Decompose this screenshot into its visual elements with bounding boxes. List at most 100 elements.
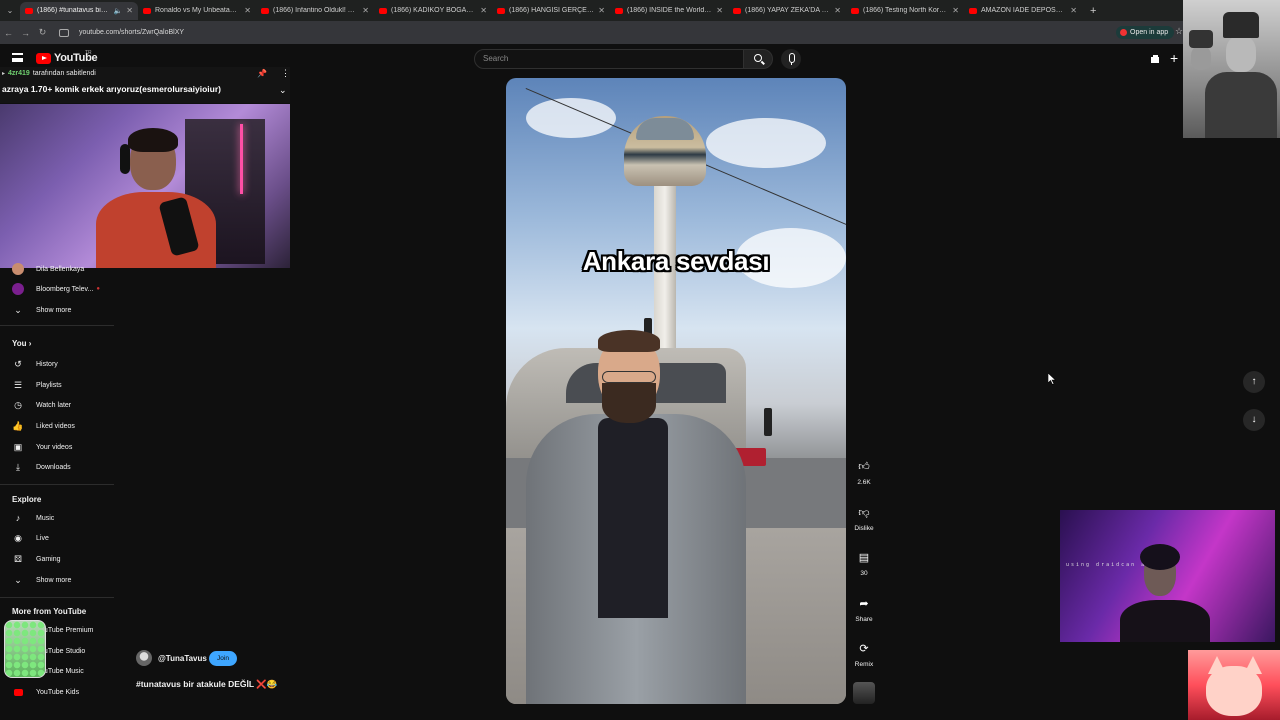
download-icon: ⤓ xyxy=(16,461,20,472)
sound-thumbnail[interactable] xyxy=(853,682,875,704)
tab-close-icon[interactable]: ✕ xyxy=(126,6,133,15)
join-button[interactable]: Join xyxy=(209,651,237,666)
sidebar-item-kids[interactable]: YouTube Kids xyxy=(0,682,114,702)
sidebar-item-label: YouTube Kids xyxy=(36,688,80,696)
pin-icon[interactable]: 📌 xyxy=(257,69,267,78)
create-icon[interactable] xyxy=(1149,53,1161,65)
sidebar-item-label: Music xyxy=(36,514,55,522)
forward-icon[interactable]: → xyxy=(17,28,34,38)
bookmark-star-icon[interactable]: ☆ xyxy=(1175,26,1183,37)
remix-button[interactable]: ⟳ Remix xyxy=(852,637,876,668)
tab-close-icon[interactable]: ✕ xyxy=(480,6,487,15)
youtube-favicon-icon xyxy=(379,7,387,14)
browser-tab[interactable]: (1866) KADIKÖY BOĞASI EVDI ✕ xyxy=(374,2,492,20)
dislike-button[interactable]: 👎︎ Dislike xyxy=(852,501,876,532)
sidebar-item-live[interactable]: ◉ Live xyxy=(0,528,114,548)
browser-tab[interactable]: (1866) #tunatavus bir atak 🔈 ✕ xyxy=(20,1,138,20)
cat-head xyxy=(1206,666,1262,716)
next-short-button[interactable]: ↓ xyxy=(1243,409,1265,431)
search-icon xyxy=(754,54,762,62)
photo-figure-body xyxy=(1205,72,1277,138)
sidebar-item-watch-later[interactable]: ◷ Watch later xyxy=(0,395,114,415)
chevron-down-icon: ⌄ xyxy=(14,574,22,585)
amazon-favicon-icon xyxy=(969,7,977,14)
sidebar-item-label: Liked videos xyxy=(36,422,75,430)
more-vert-icon[interactable]: ⋮ xyxy=(281,68,290,79)
open-in-app-button[interactable]: Open in app xyxy=(1116,26,1175,39)
menu-icon[interactable] xyxy=(12,53,23,62)
tab-close-icon[interactable]: ✕ xyxy=(834,6,841,15)
browser-tab[interactable]: (1866) Infantino Oldukl! Yan Ya ✕ xyxy=(256,2,374,20)
sidebar-item-label: Downloads xyxy=(36,463,71,471)
tab-search-icon[interactable]: ⌄ xyxy=(0,6,20,15)
sidebar-heading-you[interactable]: You › xyxy=(12,339,31,348)
atakule-tower-dome xyxy=(636,118,694,140)
browser-tab[interactable]: Ronaldo vs My Unbeatable Goa ✕ xyxy=(138,2,256,20)
tab-title: (1866) KADIKÖY BOĞASI EVDI xyxy=(391,7,476,14)
tab-title: (1866) YAPAY ZEKA'DA KORKU xyxy=(745,7,830,14)
sidebar-item-gaming[interactable]: ⚄ Gaming xyxy=(0,549,114,569)
tab-close-icon[interactable]: ✕ xyxy=(1070,6,1077,15)
sidebar-item-history[interactable]: ↺ History xyxy=(0,354,114,374)
back-icon[interactable]: ← xyxy=(0,28,17,38)
tab-close-icon[interactable]: ✕ xyxy=(598,6,605,15)
remix-label: Remix xyxy=(854,661,874,668)
youtube-logo[interactable]: YouTube TR xyxy=(36,50,98,64)
watch-later-icon: ◷ xyxy=(14,399,22,410)
tab-close-icon[interactable]: ✕ xyxy=(952,6,959,15)
overlay-historic-photo xyxy=(1183,0,1280,138)
reload-icon[interactable]: ↻ xyxy=(34,27,51,38)
avatar[interactable] xyxy=(136,650,152,666)
channel-name[interactable]: @TunaTavus xyxy=(158,654,207,663)
address-bar: ← → ↻ youtube.com/shorts/ZwrQaloBlXY Ope… xyxy=(0,21,1280,44)
heading-label: You xyxy=(12,339,27,348)
plus-icon[interactable]: + xyxy=(1170,50,1178,66)
browser-tab[interactable]: (1866) INSIDE the World's Mo ✕ xyxy=(610,2,728,20)
tab-close-icon[interactable]: ✕ xyxy=(362,6,369,15)
like-button[interactable]: 👍︎ 2.6K xyxy=(852,455,876,486)
tab-close-icon[interactable]: ✕ xyxy=(716,6,723,15)
tab-close-icon[interactable]: ✕ xyxy=(244,6,251,15)
sidebar-item-music[interactable]: ♪ Music xyxy=(0,508,114,528)
browser-tab[interactable]: AMAZON İADE DEPOSU - ÜRÜ ✕ xyxy=(964,2,1082,20)
thumbs-up-icon: 👍 xyxy=(12,420,24,431)
sidebar-item-your-videos[interactable]: ▣ Your videos xyxy=(0,437,114,457)
new-tab-icon[interactable]: + xyxy=(1082,5,1104,17)
streamer-webcam xyxy=(0,104,290,268)
url-field[interactable]: youtube.com/shorts/ZwrQaloBlXY xyxy=(79,29,184,36)
shorts-video-player[interactable]: Ankara sevdası xyxy=(506,78,846,704)
photo-figure-face xyxy=(1191,46,1211,70)
site-info-icon[interactable] xyxy=(59,28,69,37)
tab-title: AMAZON İADE DEPOSU - ÜRÜ xyxy=(981,7,1066,14)
share-button[interactable]: ➦ Share xyxy=(852,592,876,623)
sidebar-item-label: Dila Bellenkaya xyxy=(36,265,85,273)
sidebar-subscription[interactable]: Dila Bellenkaya xyxy=(0,259,114,279)
search-input[interactable]: Search xyxy=(474,49,744,69)
playlists-icon: ☰ xyxy=(13,379,23,390)
sidebar-show-more[interactable]: ⌄ Show more xyxy=(0,300,114,320)
chevron-down-icon[interactable]: ⌄ xyxy=(279,85,287,96)
previous-short-button[interactable]: ↑ xyxy=(1243,371,1265,393)
sidebar-item-playlists[interactable]: ☰ Playlists xyxy=(0,375,114,395)
arrow-up-icon: ↑ xyxy=(1251,376,1257,387)
sidebar-item-liked-videos[interactable]: 👍 Liked videos xyxy=(0,416,114,436)
voice-search-icon[interactable] xyxy=(781,49,801,69)
man-glasses xyxy=(602,371,656,383)
sidebar-subscription[interactable]: Bloomberg Telev... ● xyxy=(0,279,114,299)
chevron-right-icon: › xyxy=(28,339,32,348)
browser-tab[interactable]: (1866) YAPAY ZEKA'DA KORKU ✕ xyxy=(728,2,846,20)
sidebar-item-label: Gaming xyxy=(36,555,61,563)
history-icon: ↺ xyxy=(14,358,22,369)
live-icon: ◉ xyxy=(14,532,22,543)
browser-tab-bar: ⌄ (1866) #tunatavus bir atak 🔈 ✕ Ronaldo… xyxy=(0,0,1280,21)
search-button[interactable] xyxy=(743,49,773,69)
sidebar-show-more[interactable]: ⌄ Show more xyxy=(0,570,114,590)
comments-button[interactable]: ▤ 30 xyxy=(852,546,876,577)
pinned-header: ▸ 4zr419 tarafından sabitlendi xyxy=(2,70,96,77)
speaker-icon[interactable]: 🔈 xyxy=(114,7,123,15)
divider xyxy=(0,484,114,485)
browser-tab[interactable]: (1866) HANGİSİ GERÇEK DOKT ✕ xyxy=(492,2,610,20)
sidebar-item-downloads[interactable]: ⤓ Downloads xyxy=(0,457,114,477)
browser-tab[interactable]: (1866) Testing North Korea's 1 ✕ xyxy=(846,2,964,20)
youtube-favicon-icon xyxy=(497,7,505,14)
